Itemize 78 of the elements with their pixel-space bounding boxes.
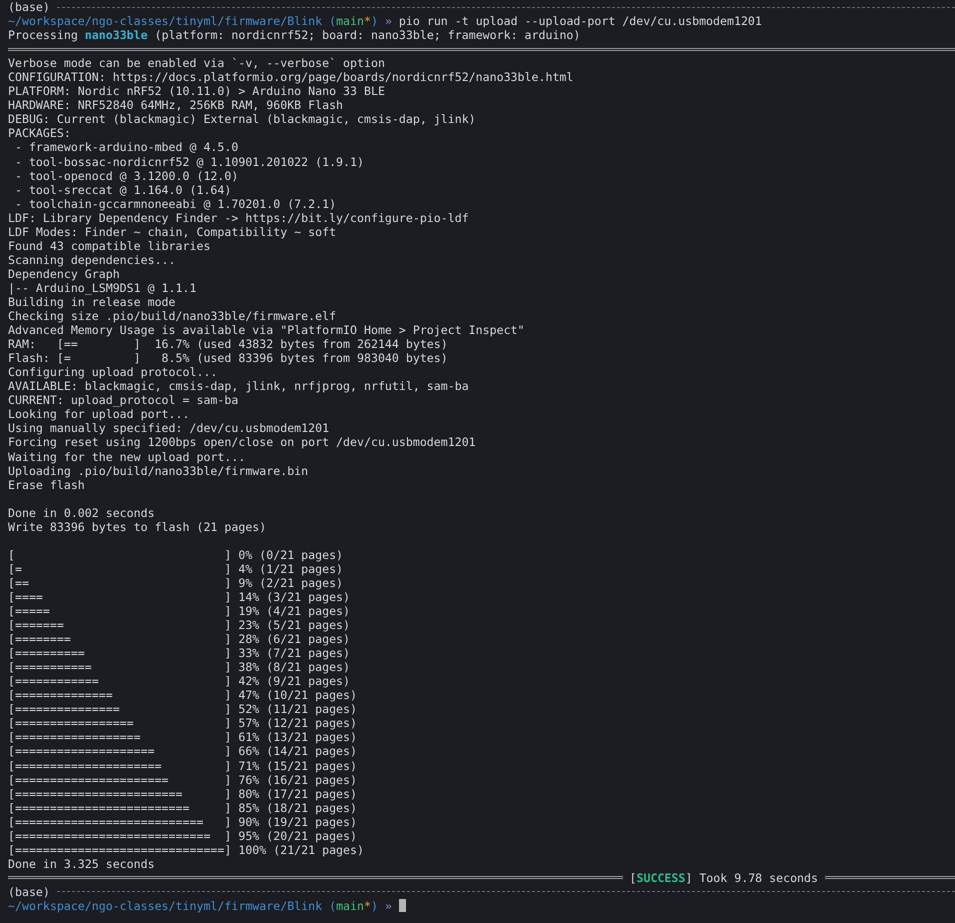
output-line: Write 83396 bytes to flash (21 pages)	[8, 520, 268, 534]
output-line: LDF Modes: Finder ~ chain, Compatibility ~ soft	[8, 224, 338, 239]
paren-text: )	[370, 899, 378, 913]
output-line: [====================== ] 76% (16/21 pages)	[8, 772, 358, 787]
target-text: nano33ble	[84, 28, 148, 42]
output-line: [===== ] 19% (4/21 pages)	[8, 604, 352, 618]
output-line: Dependency Graph	[8, 266, 121, 281]
output-line: [==== ] 14% (3/21 pages)	[8, 590, 352, 604]
path-text: ~/workspace/ngo-classes/tinyml/firmware/Blink	[8, 899, 322, 913]
output-line: RAM: [== ] 16.7% (used 43832 bytes from 262144 bytes)	[8, 337, 449, 352]
output-line: AVAILABLE: blackmagic, cmsis-dap, jlink, nrfjprog, nrfutil, sam-ba	[8, 379, 470, 394]
arrow-text: »	[384, 14, 392, 28]
bracket-text: [	[630, 870, 636, 885]
output-line: [============ ] 42% (9/21 pages)	[8, 674, 352, 688]
dirty-text: *	[364, 899, 371, 913]
output-line: Forcing reset using 1200bps open/close on port /dev/cu.usbmodem1201	[8, 435, 477, 450]
output-line: DEBUG: Current (blackmagic) External (blackmagic, cmsis-dap, jlink)	[8, 112, 477, 126]
path-text: ~/workspace/ngo-classes/tinyml/firmware/Blink	[8, 14, 322, 28]
bracket-text: ]	[685, 870, 692, 885]
output-line: [ ] 0% (0/21 pages)	[8, 548, 344, 562]
output-line: - framework-arduino-mbed @ 4.5.0	[14, 140, 240, 155]
output-line: Waiting for the new upload port...	[8, 450, 246, 464]
output-line: [============== ] 47% (10/21 pages)	[8, 688, 358, 702]
paren-text: (	[329, 899, 336, 913]
branch-text: main	[336, 899, 364, 913]
output-line: [===================== ] 71% (15/21 pages)	[8, 758, 358, 773]
output-line: Checking size .pio/build/nano33ble/firmware.elf	[8, 309, 338, 324]
output-line: Looking for upload port...	[8, 407, 190, 422]
output-line: [======================== ] 80% (17/21 pages)	[8, 786, 358, 801]
output-line: [========== ] 33% (7/21 pages)	[8, 646, 352, 660]
output-line: PACKAGES:	[8, 126, 72, 140]
output-line: Building in release mode	[8, 294, 177, 310]
output-line: [================== ] 61% (13/21 pages)	[8, 730, 358, 744]
plain-text: Processing	[8, 28, 78, 42]
plain-text: Took 9.78 seconds	[699, 870, 818, 885]
output-line: Configuring upload protocol...	[8, 365, 218, 380]
arrow-text: »	[384, 899, 392, 913]
output-line: [=============== ] 52% (11/21 pages)	[8, 702, 358, 716]
output-line: [== ] 9% (2/21 pages)	[8, 576, 344, 590]
dirty-text: *	[364, 14, 371, 28]
output-line: |-- Arduino_LSM9DS1 @ 1.1.1	[8, 280, 198, 295]
output-line: PLATFORM: Nordic nRF52 (10.11.0) > Arduino Nano 33 BLE	[8, 84, 386, 98]
output-line: - tool-bossac-nordicnrf52 @ 1.10901.201022 (1.9.1)	[14, 154, 365, 169]
output-line: [=========================== ] 90% (19/21 pages)	[8, 814, 358, 829]
output-line: [= ] 4% (1/21 pages)	[8, 562, 344, 576]
output-line: [========================= ] 85% (18/21 pages)	[8, 800, 358, 815]
output-line: Done in 0.002 seconds	[8, 506, 156, 520]
output-line: Using manually specified: /dev/cu.usbmodem1201	[8, 421, 330, 436]
plain-text: (platform: nordicnrf52; board: nano33ble; framework: arduino)	[154, 28, 580, 42]
env-label: (base)	[8, 884, 50, 900]
output-line: Erase flash	[8, 478, 86, 492]
output-line: [==================== ] 66% (14/21 pages)	[8, 744, 358, 759]
output-line: Advanced Memory Usage is available via "PlatformIO Home > Project Inspect"	[8, 323, 526, 338]
paren-text: (	[329, 14, 336, 28]
output-line: Flash: [= ] 8.5% (used 83396 bytes from 983040 bytes)	[8, 351, 449, 366]
output-line: [================= ] 57% (12/21 pages)	[8, 716, 358, 730]
output-line: - toolchain-gccarmnoneeabi @ 1.70201.0 (7.2.1)	[14, 196, 338, 211]
command-text: pio run -t upload --upload-port /dev/cu.usbmodem1201	[398, 14, 762, 28]
output-line: [======= ] 23% (5/21 pages)	[8, 618, 352, 632]
output-line: HARDWARE: NRF52840 64MHz, 256KB RAM, 960KB Flash	[8, 98, 344, 112]
output-line: Done in 3.325 seconds	[8, 856, 156, 871]
paren-text: )	[370, 14, 378, 28]
output-line: [==============================] 100% (21/21 pages)	[8, 842, 365, 857]
output-line: Verbose mode can be enabled via `-v, --verbose` option	[8, 56, 386, 70]
branch-text: main	[336, 14, 364, 28]
output-line: Found 43 compatible libraries	[8, 238, 212, 253]
output-line: [============================ ] 95% (20/21 pages)	[8, 828, 358, 843]
output-line: LDF: Library Dependency Finder -> https://bit.ly/configure-pio-ldf	[8, 210, 470, 225]
output-line: CURRENT: upload_protocol = sam-ba	[8, 393, 240, 408]
output-line: [=========== ] 38% (8/21 pages)	[8, 660, 352, 674]
output-line: Uploading .pio/build/nano33ble/firmware.bin	[8, 464, 310, 478]
output-line: CONFIGURATION: https://docs.platformio.org/page/boards/nordicnrf52/nano33ble.html	[8, 70, 574, 84]
env-label: (base)	[8, 0, 50, 14]
success-text: SUCCESS	[636, 870, 686, 885]
output-line: Scanning dependencies...	[8, 252, 177, 267]
output-line: [======== ] 28% (6/21 pages)	[8, 632, 352, 646]
output-line: - tool-openocd @ 3.1200.0 (12.0)	[14, 168, 240, 183]
output-line: - tool-sreccat @ 1.164.0 (1.64)	[14, 182, 232, 197]
